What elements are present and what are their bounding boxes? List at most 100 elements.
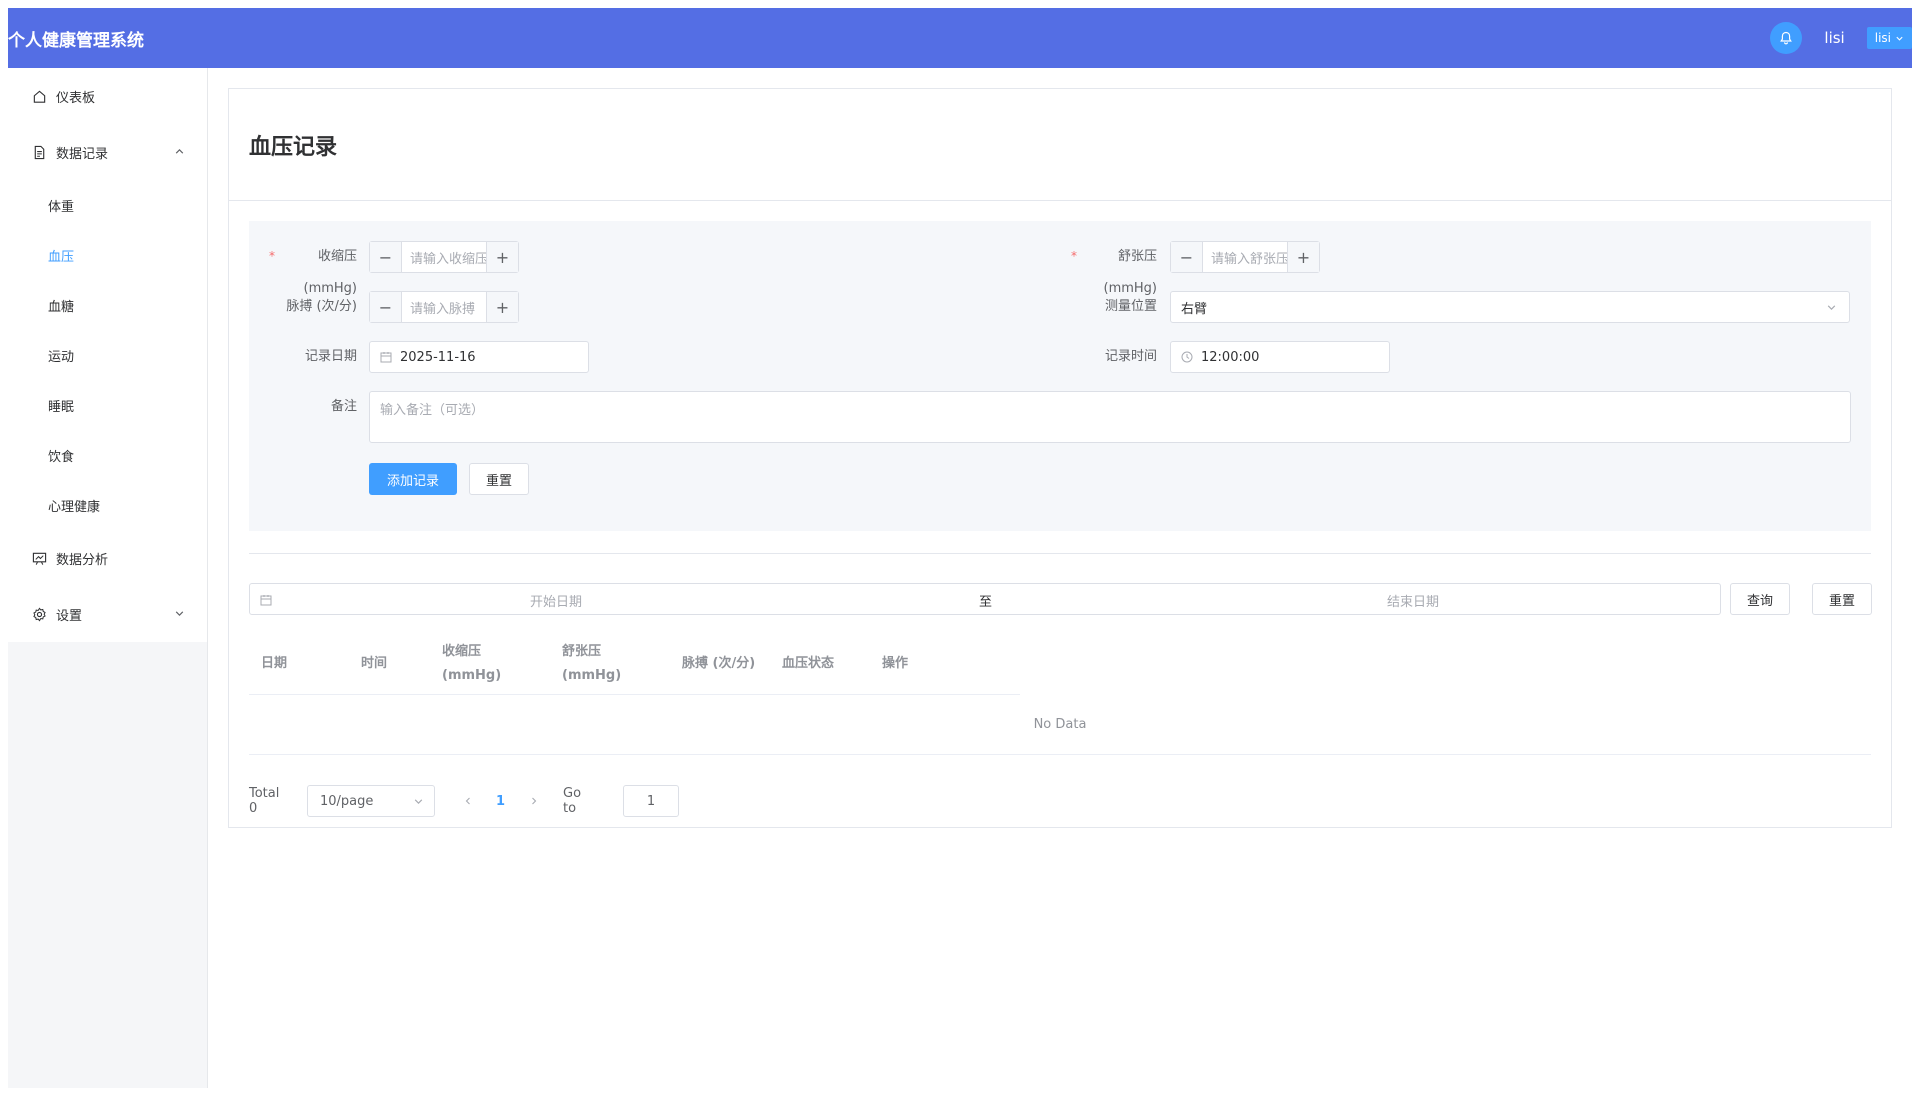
column-header-diastolic-unit: (mmHg) — [562, 668, 622, 683]
app-title: 个人健康管理系统 — [8, 30, 144, 51]
position-label: 测量位置 — [1104, 299, 1157, 314]
column-header-diastolic: 舒张压 — [562, 644, 602, 659]
range-separator: 至 — [979, 595, 993, 610]
sidebar-item-dashboard[interactable]: 仪表板 — [8, 68, 207, 124]
reset-button[interactable]: 重置 — [469, 463, 529, 495]
systolic-stepper[interactable]: − 请输入收缩压 + — [369, 241, 519, 273]
prev-page-button[interactable] — [463, 785, 473, 817]
plus-icon[interactable]: + — [486, 292, 518, 322]
goto-input[interactable]: 1 — [623, 785, 679, 817]
sidebar: 仪表板 数据记录 体重 血压 血糖 运动 睡眠 饮食 心理健康 数据分析 设置 — [8, 68, 208, 1088]
sidebar-item-settings[interactable]: 设置 — [8, 586, 207, 642]
page-title: 血压记录 — [249, 134, 338, 160]
chevron-down-icon — [1896, 36, 1903, 41]
date-value: 2025-11-16 — [400, 349, 476, 365]
chart-icon — [32, 550, 48, 566]
chevron-left-icon — [465, 797, 470, 805]
user-menu-label: lisi — [1874, 31, 1891, 45]
note-label: 备注 — [330, 399, 357, 414]
chevron-down-icon — [1827, 304, 1836, 310]
diastolic-stepper[interactable]: − 请输入舒张压 + — [1170, 241, 1320, 273]
end-date-input[interactable]: 结束日期 — [1387, 591, 1439, 610]
systolic-input[interactable]: 请输入收缩压 — [402, 242, 486, 272]
table-header: 日期 时间 收缩压 (mmHg) 舒张压 (mmHg) 脉搏 (次/分) 血压状… — [249, 633, 1020, 695]
page-size-select[interactable]: 10/page — [307, 785, 435, 817]
chevron-down-icon — [175, 611, 184, 617]
pulse-input[interactable]: 请输入脉搏 — [402, 292, 486, 322]
sidebar-item-weight[interactable]: 体重 — [8, 180, 207, 230]
calendar-icon — [380, 352, 392, 363]
app-root: 个人健康管理系统 lisi lisi 仪表板 数据记录 体重 血压 血糖 运动 … — [8, 8, 1912, 1088]
sidebar-item-mental-health[interactable]: 心理健康 — [8, 480, 207, 530]
column-header-pulse: 脉搏 (次/分) — [682, 656, 756, 671]
gear-icon — [32, 606, 48, 622]
pulse-label: 脉搏 (次/分) — [286, 299, 357, 314]
record-form: * 收缩压 (mmHg) − 请输入收缩压 + * 舒张压 (mmHg) − 请… — [249, 221, 1871, 531]
time-label: 记录时间 — [1104, 349, 1157, 364]
time-value: 12:00:00 — [1201, 349, 1260, 365]
column-header-date: 日期 — [261, 656, 288, 671]
home-icon — [32, 88, 48, 104]
column-header-time: 时间 — [361, 656, 388, 671]
time-picker[interactable]: 12:00:00 — [1170, 341, 1390, 373]
header-username: lisi — [1824, 29, 1845, 47]
user-menu-button[interactable]: lisi — [1866, 27, 1912, 49]
chevron-down-icon — [414, 798, 423, 804]
section-divider — [249, 553, 1871, 554]
minus-icon[interactable]: − — [370, 292, 402, 322]
chevron-up-icon — [175, 148, 184, 154]
card-header: 血压记录 — [229, 89, 1891, 201]
minus-icon[interactable]: − — [370, 242, 402, 272]
column-header-systolic-unit: (mmHg) — [442, 668, 502, 683]
page-number-current[interactable]: 1 — [496, 785, 505, 817]
pagination-total: Total 0 — [249, 786, 280, 816]
sidebar-item-blood-sugar[interactable]: 血糖 — [8, 280, 207, 330]
plus-icon[interactable]: + — [1287, 242, 1319, 272]
sidebar-item-blood-pressure[interactable]: 血压 — [8, 230, 207, 280]
required-mark: * — [269, 249, 275, 263]
query-button[interactable]: 查询 — [1730, 583, 1790, 615]
main-card: 血压记录 * 收缩压 (mmHg) − 请输入收缩压 + * 舒张压 (mmHg… — [228, 88, 1892, 828]
sidebar-menu: 仪表板 数据记录 体重 血压 血糖 运动 睡眠 饮食 心理健康 数据分析 设置 — [8, 68, 207, 642]
add-record-button[interactable]: 添加记录 — [369, 463, 457, 495]
position-select[interactable]: 右臂 — [1170, 291, 1850, 323]
sidebar-item-label: 数据分析 — [56, 552, 109, 568]
page-size-value: 10/page — [320, 793, 374, 809]
chevron-right-icon — [532, 797, 537, 805]
clock-icon — [1181, 351, 1193, 363]
sidebar-item-exercise[interactable]: 运动 — [8, 330, 207, 380]
minus-icon[interactable]: − — [1171, 242, 1203, 272]
plus-icon[interactable]: + — [486, 242, 518, 272]
required-mark: * — [1071, 249, 1077, 263]
diastolic-label: 舒张压 — [1117, 249, 1157, 264]
systolic-unit-label: (mmHg) — [303, 281, 358, 296]
diastolic-unit-label: (mmHg) — [1103, 281, 1158, 296]
diastolic-input[interactable]: 请输入舒张压 — [1203, 242, 1287, 272]
table-empty-state: No Data — [249, 695, 1871, 755]
start-date-input[interactable]: 开始日期 — [530, 591, 582, 610]
sidebar-item-label: 数据记录 — [56, 146, 109, 162]
sidebar-item-label: 设置 — [56, 608, 83, 624]
goto-label: Go to — [563, 786, 582, 816]
bell-icon[interactable] — [1770, 22, 1803, 54]
sidebar-item-label: 仪表板 — [56, 90, 96, 106]
sidebar-item-diet[interactable]: 饮食 — [8, 430, 207, 480]
header-actions: lisi lisi — [1770, 8, 1912, 68]
sidebar-item-analysis[interactable]: 数据分析 — [8, 530, 207, 586]
sidebar-item-sleep[interactable]: 睡眠 — [8, 380, 207, 430]
column-header-status: 血压状态 — [782, 656, 835, 671]
note-textarea[interactable]: 输入备注（可选） — [369, 391, 1851, 443]
sidebar-item-records[interactable]: 数据记录 — [8, 124, 207, 180]
date-range-picker[interactable]: 开始日期 至 结束日期 — [249, 583, 1721, 615]
document-icon — [32, 144, 48, 160]
date-label: 记录日期 — [304, 349, 357, 364]
next-page-button[interactable] — [529, 785, 539, 817]
top-header: 个人健康管理系统 lisi lisi — [8, 8, 1912, 68]
filter-reset-button[interactable]: 重置 — [1812, 583, 1872, 615]
date-picker[interactable]: 2025-11-16 — [369, 341, 589, 373]
pulse-stepper[interactable]: − 请输入脉搏 + — [369, 291, 519, 323]
column-header-actions: 操作 — [882, 656, 909, 671]
position-value: 右臂 — [1181, 301, 1208, 317]
column-header-systolic: 收缩压 — [442, 644, 482, 659]
systolic-label: 收缩压 — [317, 249, 357, 264]
